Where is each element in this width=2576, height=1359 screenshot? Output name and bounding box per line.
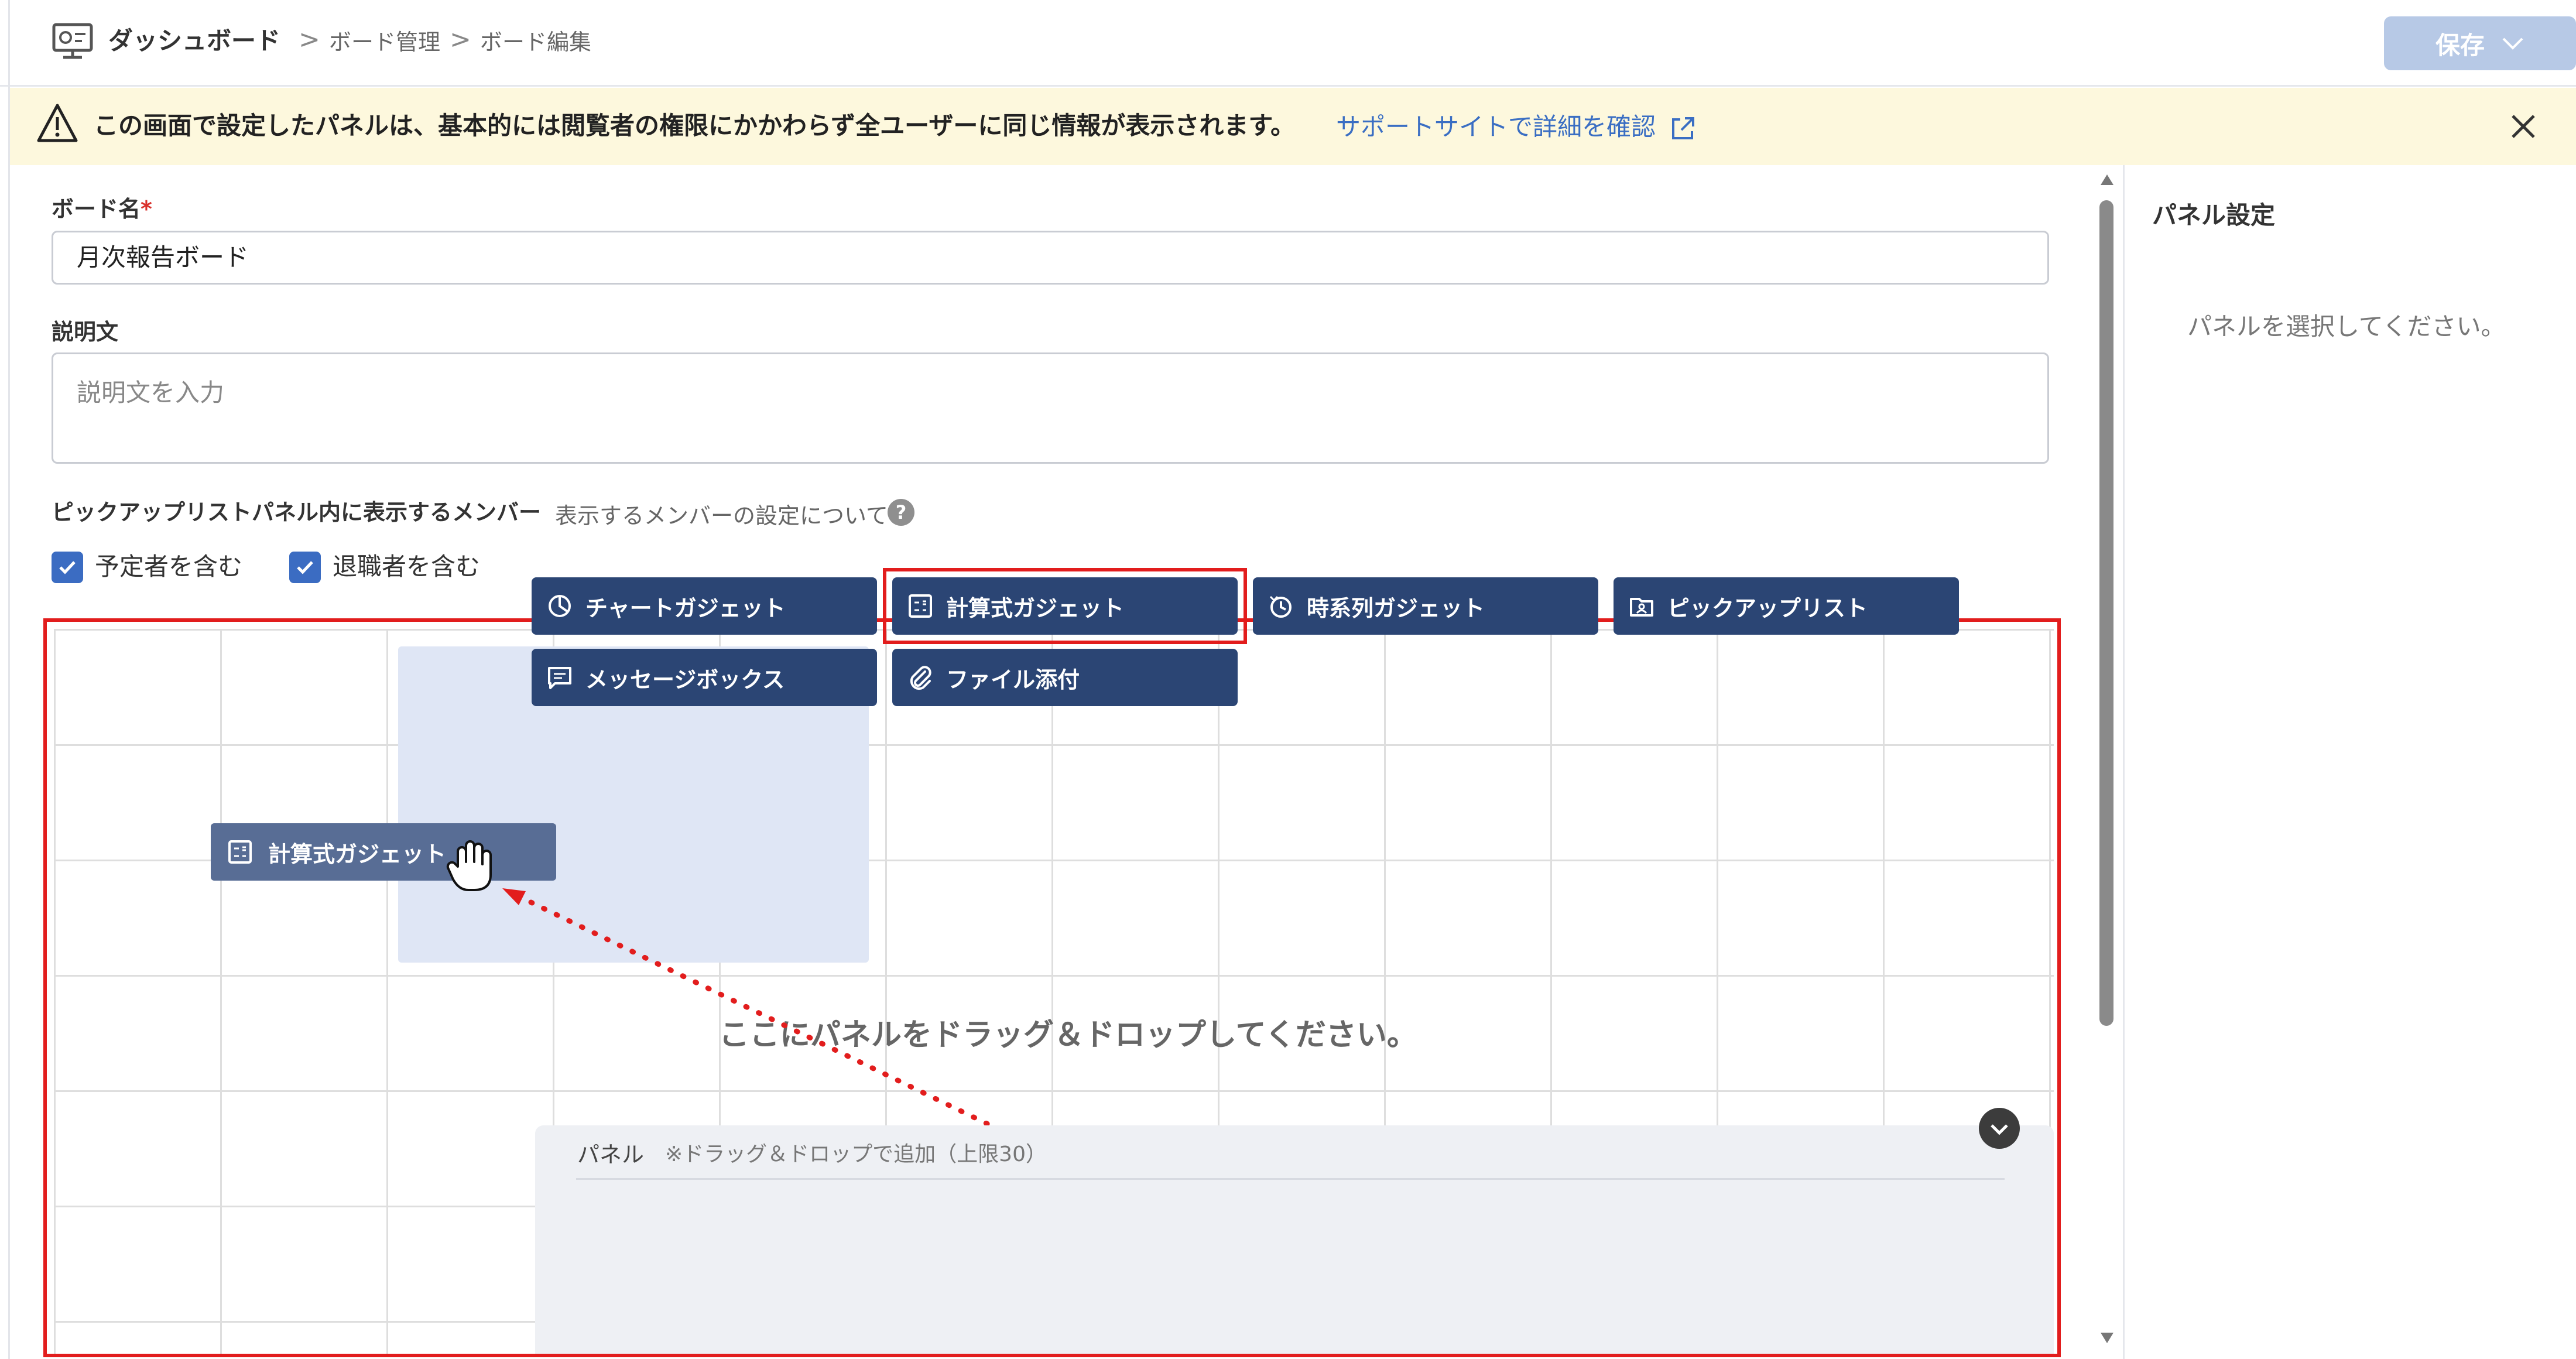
breadcrumb-board-management[interactable]: ボード管理 (329, 25, 440, 60)
panel-settings-title: パネル設定 (2152, 201, 2276, 230)
check-icon (59, 561, 76, 574)
folder-person-icon (1630, 598, 1653, 617)
breadcrumb-separator: > (299, 25, 320, 54)
message-icon (548, 667, 571, 689)
panel-canvas-highlight: ここにパネルをドラッグ＆ドロップしてください。 計算式ガジェット パネル ※ドラ… (43, 618, 2061, 1357)
app-title[interactable]: ダッシュボード (108, 23, 280, 59)
include-scheduled-checkbox[interactable] (52, 552, 83, 583)
chart-gadget-button[interactable]: チャートガジェット (532, 577, 877, 635)
scroll-down-arrow[interactable] (2101, 1333, 2113, 1343)
left-border (8, 0, 10, 1359)
include-retired-checkbox[interactable] (289, 552, 321, 583)
calc-gadget-highlight (883, 568, 1247, 644)
pie-chart-icon (549, 595, 571, 617)
check-icon (297, 561, 313, 574)
required-mark: * (141, 196, 152, 222)
collapse-tray-button[interactable] (1979, 1108, 2020, 1149)
description-textarea[interactable]: 説明文を入力 (52, 352, 2049, 464)
file-attach-button[interactable]: ファイル添付 (892, 649, 1238, 706)
include-retired-label[interactable]: 退職者を含む (333, 549, 480, 584)
board-name-label-text: ボード名 (52, 196, 141, 222)
dragging-calc-gadget[interactable]: 計算式ガジェット (211, 823, 556, 881)
pickup-help-link[interactable]: 表示するメンバーの設定について (555, 498, 888, 530)
banner-message: この画面で設定したパネルは、基本的には閲覧者の権限にかかわらず全ユーザーに同じ情… (94, 111, 1296, 140)
breadcrumb-board-edit: ボード編集 (480, 29, 592, 55)
save-label: 保存 (2435, 30, 2485, 60)
chevron-down-icon (2502, 37, 2523, 50)
chevron-down-icon (1991, 1124, 2008, 1135)
external-link-icon[interactable] (1670, 116, 1695, 142)
timeseries-gadget-button[interactable]: 時系列ガジェット (1253, 577, 1598, 635)
pickup-members-label: ピックアップリストパネル内に表示するメンバー (52, 499, 542, 525)
scroll-up-arrow[interactable] (2101, 174, 2113, 185)
support-link[interactable]: サポートサイトで詳細を確認 (1336, 108, 1656, 146)
dashboard-monitor-icon (52, 22, 94, 61)
panel-tray-title: パネル (577, 1142, 645, 1168)
help-icon[interactable]: ? (888, 499, 914, 526)
warning-triangle-icon (36, 103, 78, 143)
message-box-button[interactable]: メッセージボックス (532, 649, 877, 706)
include-scheduled-label[interactable]: 予定者を含む (95, 549, 242, 584)
grab-hand-icon (445, 836, 498, 894)
close-icon[interactable] (2507, 110, 2540, 143)
save-button[interactable]: 保存 (2384, 16, 2576, 70)
message-box-label: メッセージボックス (585, 666, 785, 693)
calculator-icon (228, 840, 252, 864)
description-label: 説明文 (52, 319, 119, 345)
panel-tray-note: ※ドラッグ＆ドロップで追加（上限30） (665, 1142, 1047, 1166)
timeseries-gadget-label: 時系列ガジェット (1307, 595, 1485, 621)
board-name-label: ボード名* (52, 191, 152, 223)
pickup-list-button[interactable]: ピックアップリスト (1614, 577, 1959, 635)
board-name-input[interactable]: 月次報告ボード (52, 231, 2049, 285)
panel-settings-empty-message: パネルを選択してください。 (2187, 312, 2506, 341)
breadcrumb-separator: > (450, 25, 471, 54)
file-attach-label: ファイル添付 (946, 666, 1080, 693)
timeline-chart-icon (1269, 595, 1292, 618)
pickup-list-label: ピックアップリスト (1667, 595, 1868, 621)
paperclip-icon (910, 666, 931, 690)
chart-gadget-label: チャートガジェット (585, 595, 786, 621)
panel-tray-divider (576, 1178, 2005, 1180)
scroll-thumb[interactable] (2099, 200, 2113, 1026)
settings-divider (2123, 165, 2125, 1359)
dragging-item-label: 計算式ガジェット (268, 841, 447, 867)
